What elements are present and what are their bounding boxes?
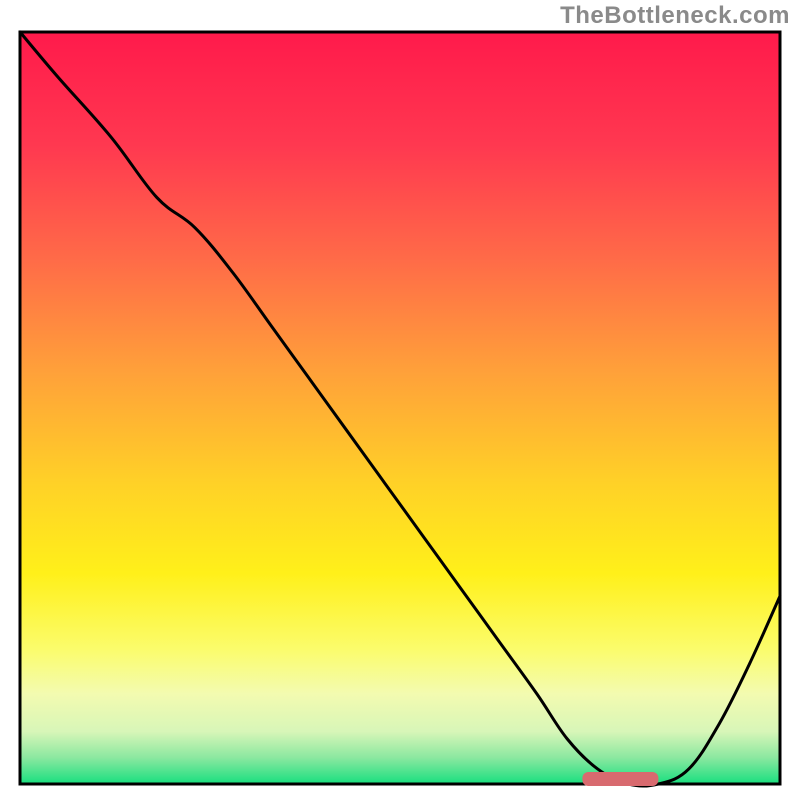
bottleneck-chart <box>0 0 800 800</box>
watermark-text: TheBottleneck.com <box>560 2 790 30</box>
plot-background <box>20 32 780 784</box>
chart-container: TheBottleneck.com <box>0 0 800 800</box>
optimum-marker <box>582 772 658 786</box>
